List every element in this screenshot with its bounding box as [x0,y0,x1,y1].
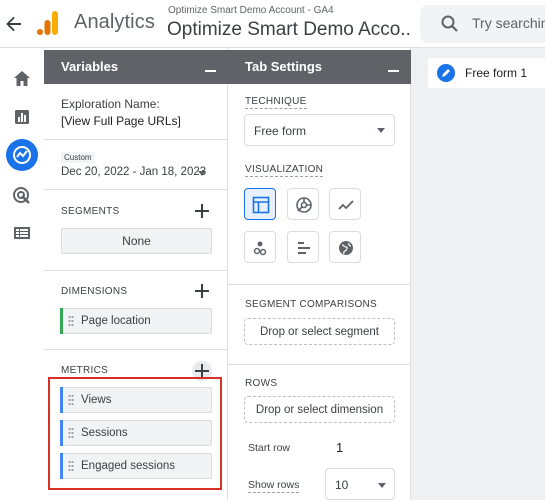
show-rows-value: 10 [335,478,349,492]
chevron-down-icon [377,128,385,133]
account-breadcrumb[interactable]: Optimize Smart Demo Account - GA4 [168,5,334,16]
date-range-selector[interactable]: Dec 20, 2022 - Jan 18, 2023 [61,166,206,178]
dimension-chip[interactable]: Page location [60,308,212,334]
divider [228,284,411,285]
add-dimension-icon[interactable] [195,284,209,298]
configure-icon[interactable] [10,221,34,245]
scatter-plot-icon[interactable] [244,231,276,263]
variables-title: Variables [61,59,119,74]
explore-icon[interactable] [6,139,38,171]
technique-select[interactable]: Free form [244,114,395,146]
dimension-color-bar [60,308,63,334]
divider [228,364,411,365]
show-rows-label: Show rows [248,479,300,493]
dimension-label: Page location [81,315,151,327]
start-row-label: Start row [248,442,291,454]
divider [44,270,228,271]
tab-settings-title: Tab Settings [245,59,323,74]
exploration-name-label: Exploration Name: [61,97,160,111]
tab-settings-header: Tab Settings [228,50,411,84]
home-icon[interactable] [10,67,34,91]
variables-header: Variables [44,50,228,84]
metrics-highlight-box [48,377,222,490]
tab-settings-panel: Tab Settings TECHNIQUE Free form VISUALI… [228,48,411,500]
technique-title: TECHNIQUE [245,96,307,109]
add-segment-icon[interactable] [195,204,209,218]
rows-title: ROWS [245,378,278,389]
metrics-title: METRICS [61,365,109,376]
minimize-icon[interactable] [388,70,399,72]
rows-drop-zone[interactable]: Drop or select dimension [244,396,395,423]
add-metric-icon [195,364,209,378]
chevron-down-icon [378,483,386,488]
top-bar: Analytics Optimize Smart Demo Account - … [0,0,545,48]
donut-chart-icon[interactable] [287,188,319,220]
segments-empty: None [61,228,212,254]
back-arrow-icon[interactable] [4,12,24,36]
start-row-input[interactable]: 1 [336,440,343,455]
exploration-name-input[interactable]: [View Full Page URLs] [61,114,181,128]
show-rows-select[interactable]: 10 [325,468,395,500]
chevron-down-icon[interactable] [198,171,206,176]
date-tag: Custom [61,152,95,163]
tab-free-form-1[interactable]: Free form 1 [428,58,545,88]
search-box[interactable]: Try searchin [420,5,545,43]
geo-map-icon[interactable] [329,231,361,263]
reports-icon[interactable] [10,105,34,129]
canvas-area: Free form 1 [411,48,545,500]
analytics-logo-icon [37,11,59,35]
table-icon[interactable] [244,188,276,220]
search-icon [440,14,460,34]
segments-title: SEGMENTS [61,206,120,217]
tab-label: Free form 1 [465,66,528,80]
app-name: Analytics [74,11,155,33]
advertising-icon[interactable] [10,184,34,208]
line-chart-icon[interactable] [329,188,361,220]
drag-handle-icon[interactable] [68,315,74,327]
divider [44,139,228,140]
property-selector[interactable]: Optimize Smart Demo Acco... [167,19,411,41]
dimensions-title: DIMENSIONS [61,286,128,297]
segment-drop-zone[interactable]: Drop or select segment [244,318,395,345]
search-input[interactable]: Try searchin [472,15,545,31]
bar-chart-icon[interactable] [287,231,319,263]
divider [44,349,228,350]
technique-value: Free form [254,124,307,138]
left-navigation [0,48,44,500]
divider [44,189,228,190]
minimize-icon[interactable] [205,70,216,72]
visualization-title: VISUALIZATION [245,164,324,177]
segment-comparisons-title: SEGMENT COMPARISONS [245,299,378,310]
pencil-icon[interactable] [437,64,455,82]
date-range-text: Dec 20, 2022 - Jan 18, 2023 [61,166,207,178]
